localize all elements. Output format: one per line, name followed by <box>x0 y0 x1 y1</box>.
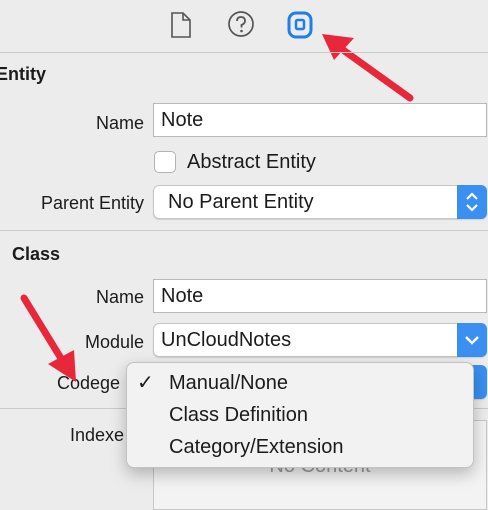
module-popup[interactable]: UnCloudNotes <box>153 323 487 357</box>
class-section-title: Class <box>12 244 61 264</box>
entity-section-title: Entity <box>0 64 47 84</box>
menu-item-manual-none[interactable]: ✓ Manual/None <box>127 367 473 399</box>
entity-name-label: Name <box>95 113 144 133</box>
annotation-arrow-icon <box>20 294 76 382</box>
codegen-menu: ✓ Manual/None Class Definition Category/… <box>126 362 474 468</box>
file-icon[interactable] <box>167 10 195 40</box>
indexes-label: Indexe <box>70 425 125 445</box>
menu-item-label: Category/Extension <box>169 436 344 458</box>
class-name-field[interactable]: Note <box>153 279 487 313</box>
annotation-arrow-icon <box>322 34 414 102</box>
module-value: UnCloudNotes <box>161 329 292 351</box>
parent-entity-label: Parent Entity <box>40 193 144 213</box>
toolbar-divider <box>0 52 488 53</box>
abstract-entity-checkbox[interactable] <box>154 151 176 173</box>
abstract-entity-label: Abstract Entity <box>187 151 316 173</box>
help-icon[interactable] <box>227 10 255 40</box>
module-label: Module <box>84 332 144 352</box>
menu-item-label: Manual/None <box>169 372 288 394</box>
parent-entity-popup[interactable]: No Parent Entity <box>153 185 487 219</box>
stepper-arrows-icon <box>457 185 487 219</box>
menu-item-label: Class Definition <box>169 404 308 426</box>
menu-item-class-definition[interactable]: Class Definition <box>127 399 473 431</box>
chevron-down-icon <box>457 323 487 357</box>
checkmark-icon: ✓ <box>137 372 154 394</box>
section-divider <box>0 230 488 231</box>
class-name-label: Name <box>95 287 144 307</box>
parent-entity-value: No Parent Entity <box>168 191 314 213</box>
entity-name-field[interactable]: Note <box>153 103 487 137</box>
menu-item-category-extension[interactable]: Category/Extension <box>127 431 473 463</box>
